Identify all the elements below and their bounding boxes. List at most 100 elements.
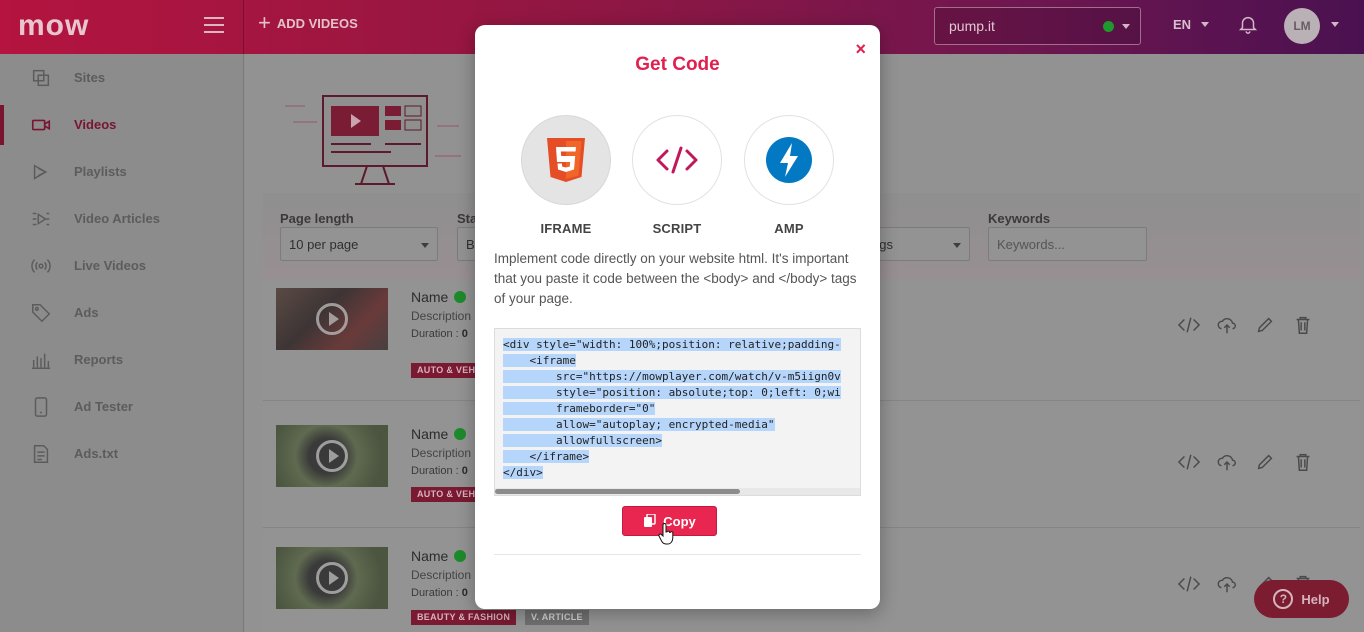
code-snippet[interactable]: <div style="width: 100%;position: relati… bbox=[494, 328, 861, 496]
video-duration: Duration : 0 bbox=[411, 465, 468, 477]
duration-label: Duration : bbox=[411, 328, 459, 340]
video-thumbnail[interactable] bbox=[276, 425, 388, 487]
help-label: Help bbox=[1301, 591, 1330, 607]
code-line: <div style="width: 100%;position: relati… bbox=[503, 338, 841, 351]
sidebar-item-label: Ad Tester bbox=[74, 399, 133, 414]
chevron-down-icon bbox=[421, 243, 429, 248]
code-icon[interactable] bbox=[1178, 574, 1200, 594]
sidebar-item-label: Reports bbox=[74, 352, 124, 367]
sidebar-item-ads[interactable]: Ads bbox=[0, 289, 243, 336]
status-select[interactable]: B bbox=[457, 227, 477, 261]
cloud-upload-icon[interactable] bbox=[1216, 452, 1238, 472]
question-icon: ? bbox=[1273, 589, 1294, 609]
play-icon[interactable] bbox=[316, 303, 348, 335]
broadcast-icon bbox=[31, 258, 51, 273]
video-thumbnail[interactable] bbox=[276, 288, 388, 350]
sidebar-item-video-articles[interactable]: Video Articles bbox=[0, 195, 243, 242]
video-name[interactable]: Name bbox=[411, 289, 467, 305]
sidebar-item-ad-tester[interactable]: Ad Tester bbox=[0, 383, 243, 430]
get-code-modal: × Get Code IFRAME SCRIPT AMP Implement c… bbox=[475, 25, 880, 609]
sidebar-item-live-videos[interactable]: Live Videos bbox=[0, 242, 243, 289]
bell-icon[interactable] bbox=[1237, 12, 1259, 36]
page-length-select[interactable]: 10 per page bbox=[280, 227, 438, 261]
option-iframe[interactable]: IFRAME bbox=[520, 115, 612, 236]
row-actions bbox=[1178, 315, 1314, 335]
site-select-value: pump.it bbox=[949, 18, 995, 34]
video-name[interactable]: Name bbox=[411, 426, 467, 442]
sidebar-item-label: Sites bbox=[74, 70, 106, 85]
video-name-text: Name bbox=[411, 289, 449, 305]
menu-icon[interactable] bbox=[204, 17, 224, 33]
keywords-placeholder: Keywords... bbox=[997, 237, 1065, 252]
bar-chart-icon bbox=[31, 353, 51, 369]
cloud-upload-icon[interactable] bbox=[1216, 574, 1238, 594]
status-online-icon bbox=[454, 291, 467, 303]
top-bar-divider bbox=[243, 0, 244, 54]
language-select[interactable]: EN bbox=[1173, 17, 1210, 32]
code-icon bbox=[656, 146, 698, 174]
code-icon[interactable] bbox=[1178, 452, 1200, 472]
video-name[interactable]: Name bbox=[411, 548, 467, 564]
sidebar-item-label: Video Articles bbox=[74, 211, 160, 226]
video-thumbnail[interactable] bbox=[276, 547, 388, 609]
option-amp[interactable]: AMP bbox=[743, 115, 835, 236]
sidebar-item-label: Live Videos bbox=[74, 258, 147, 273]
cloud-upload-icon[interactable] bbox=[1216, 315, 1238, 335]
sidebar-item-sites[interactable]: Sites bbox=[0, 54, 243, 101]
document-icon bbox=[33, 444, 49, 463]
option-script-circle[interactable] bbox=[632, 115, 722, 205]
code-line: </div> bbox=[503, 466, 543, 479]
trash-icon[interactable] bbox=[1292, 452, 1314, 472]
chevron-down-icon bbox=[1122, 24, 1130, 29]
category-tag: BEAUTY & FASHION bbox=[411, 610, 517, 625]
pencil-icon[interactable] bbox=[1254, 452, 1276, 472]
row-actions bbox=[1178, 452, 1314, 472]
trash-icon[interactable] bbox=[1292, 315, 1314, 335]
play-icon[interactable] bbox=[316, 562, 348, 594]
help-button[interactable]: ? Help bbox=[1254, 580, 1349, 618]
play-icon[interactable] bbox=[316, 440, 348, 472]
duration-value: 0 bbox=[461, 465, 468, 477]
chevron-down-icon[interactable] bbox=[1331, 22, 1339, 27]
scrollbar-thumb[interactable] bbox=[495, 489, 740, 494]
sidebar-item-ads-txt[interactable]: Ads.txt bbox=[0, 430, 243, 477]
sidebar-item-label: Ads bbox=[74, 305, 99, 320]
sidebar-item-playlists[interactable]: Playlists bbox=[0, 148, 243, 195]
keywords-label: Keywords bbox=[988, 211, 1051, 226]
add-videos-label: ADD VIDEOS bbox=[276, 15, 358, 31]
add-videos-button[interactable]: + ADD VIDEOS bbox=[258, 12, 358, 34]
option-script[interactable]: SCRIPT bbox=[631, 115, 723, 236]
horizontal-scrollbar[interactable] bbox=[495, 488, 860, 495]
code-line: <iframe bbox=[503, 354, 576, 367]
status-value: B bbox=[466, 237, 475, 252]
code-icon[interactable] bbox=[1178, 315, 1200, 335]
avatar[interactable]: LM bbox=[1284, 8, 1320, 44]
copy-icon bbox=[644, 514, 656, 527]
status-online-icon bbox=[454, 428, 467, 440]
option-amp-circle[interactable] bbox=[744, 115, 834, 205]
plus-icon: + bbox=[258, 10, 271, 35]
video-description: Description bbox=[411, 446, 472, 460]
site-select[interactable]: pump.it bbox=[934, 7, 1141, 45]
video-duration: Duration : 0 bbox=[411, 328, 468, 340]
keywords-input[interactable]: Keywords... bbox=[988, 227, 1147, 261]
copy-icon bbox=[32, 69, 50, 86]
modal-divider bbox=[494, 554, 861, 555]
sidebar-item-videos[interactable]: Videos bbox=[0, 101, 243, 148]
article-tag: V. ARTICLE bbox=[525, 610, 589, 625]
pencil-icon[interactable] bbox=[1254, 315, 1276, 335]
hand-cursor-icon bbox=[658, 523, 674, 545]
sidebar-item-reports[interactable]: Reports bbox=[0, 336, 243, 383]
option-script-label: SCRIPT bbox=[652, 221, 702, 236]
option-iframe-circle[interactable] bbox=[521, 115, 611, 205]
option-iframe-label: IFRAME bbox=[540, 221, 592, 236]
sidebar-item-label: Videos bbox=[74, 117, 117, 132]
video-description: Description bbox=[411, 309, 472, 323]
chevron-down-icon bbox=[1201, 22, 1210, 27]
modal-title: Get Code bbox=[635, 54, 720, 75]
video-description: Description bbox=[411, 568, 472, 582]
code-text[interactable]: <div style="width: 100%;position: relati… bbox=[495, 329, 860, 481]
code-line: style="position: absolute;top: 0;left: 0… bbox=[503, 386, 841, 399]
logo[interactable]: mow bbox=[18, 9, 89, 43]
modal-description: Implement code directly on your website … bbox=[494, 251, 857, 306]
